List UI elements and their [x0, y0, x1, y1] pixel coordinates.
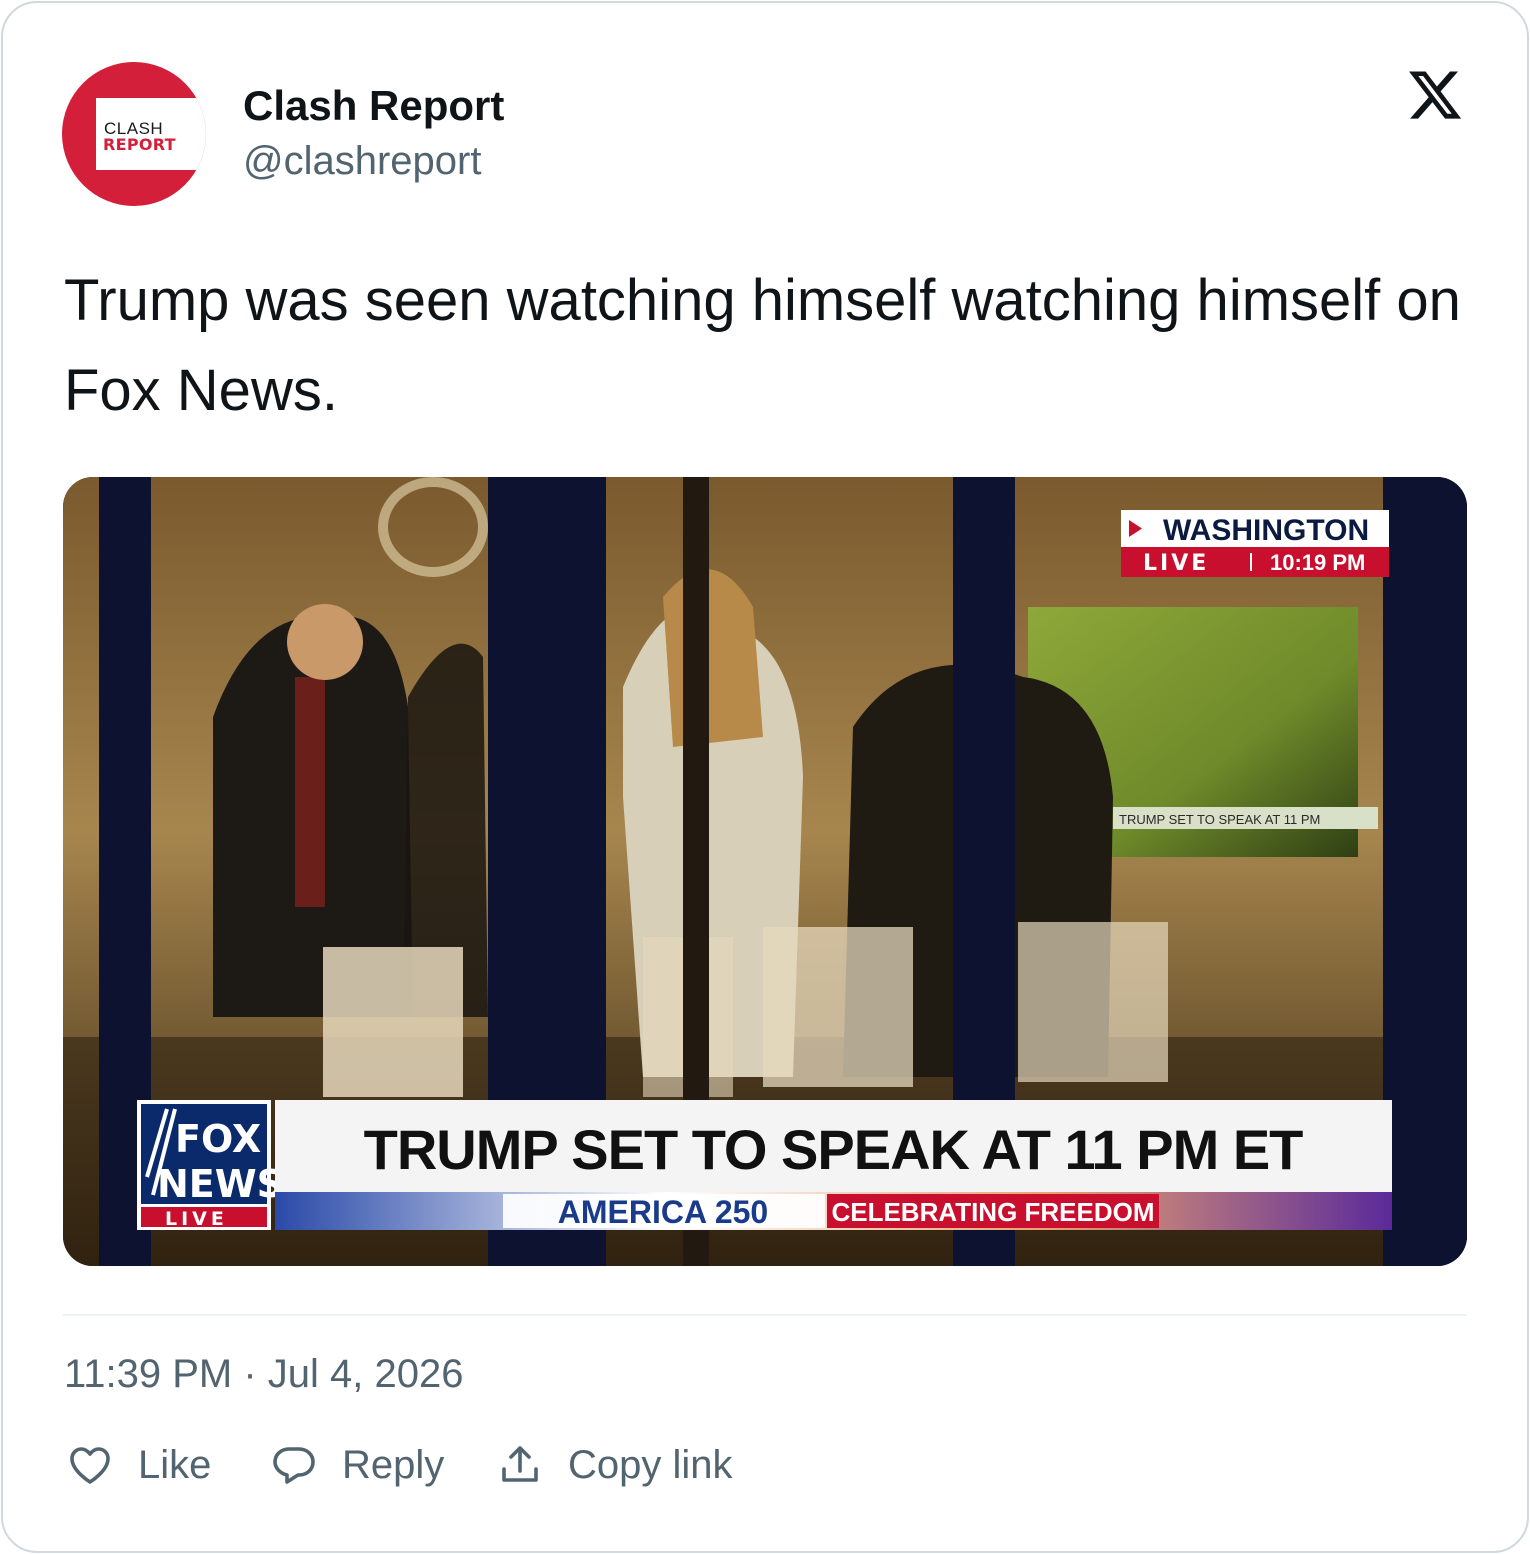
fox-live-label: LIVE [165, 1208, 228, 1230]
tweet-media[interactable]: TRUMP SET TO SPEAK AT 11 PM WASHINGTON L… [63, 477, 1467, 1266]
like-button[interactable]: Like [66, 1440, 211, 1490]
copy-link-button[interactable]: Copy link [496, 1440, 733, 1490]
divider [63, 1314, 1467, 1316]
headline-text: TRUMP SET TO SPEAK AT 11 PM ET [364, 1118, 1304, 1181]
heart-icon [70, 1447, 110, 1484]
copy-link-label: Copy link [568, 1442, 733, 1487]
location-label: WASHINGTON [1163, 514, 1369, 547]
avatar[interactable]: CLASH REPORT [62, 62, 206, 206]
live-label: LIVE [1143, 551, 1209, 576]
tweet-timestamp[interactable]: 11:39 PM · Jul 4, 2026 [64, 1352, 464, 1397]
chair [763, 927, 913, 1087]
avatar-logo-bottom-text: REPORT [103, 135, 176, 154]
person-left-tie [295, 677, 325, 907]
fox-logo-top: FOX [175, 1117, 261, 1161]
person-left-head [287, 604, 363, 680]
live-divider [1250, 553, 1252, 571]
share-upload-icon [502, 1446, 538, 1482]
tagline-label: CELEBRATING FREEDOM [831, 1197, 1154, 1227]
x-logo-icon[interactable] [1406, 66, 1464, 124]
reply-button[interactable]: Reply [270, 1440, 444, 1490]
time-label: 10:19 PM [1270, 550, 1365, 575]
author-name[interactable]: Clash Report [243, 82, 504, 130]
tv-lower-third-text: TRUMP SET TO SPEAK AT 11 PM [1119, 812, 1320, 827]
reply-label: Reply [342, 1442, 445, 1487]
fox-logo-bottom: NEWS [157, 1162, 284, 1206]
tweet-text: Trump was seen watching himself watching… [64, 268, 1461, 423]
chair [1018, 922, 1168, 1082]
chair [323, 947, 463, 1097]
author-handle[interactable]: @clashreport [243, 139, 481, 184]
news-broadcast-image: TRUMP SET TO SPEAK AT 11 PM WASHINGTON L… [63, 477, 1467, 1266]
like-label: Like [138, 1442, 212, 1487]
program-label: AMERICA 250 [558, 1194, 768, 1230]
window-frame [1383, 477, 1467, 1266]
speech-bubble-icon [273, 1447, 315, 1484]
